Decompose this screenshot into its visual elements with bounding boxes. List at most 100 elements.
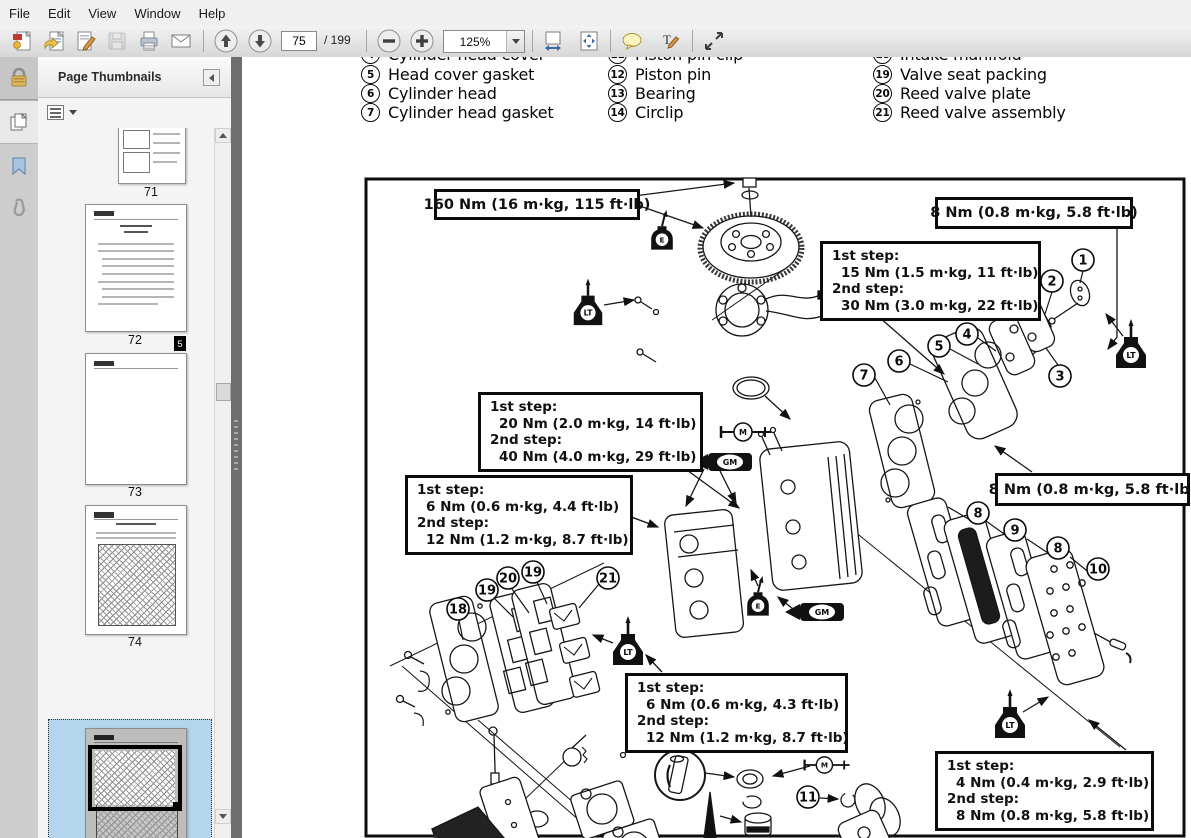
next-page-button[interactable] xyxy=(246,28,274,54)
sign-button[interactable] xyxy=(72,28,100,54)
bookmarks-panel-button[interactable] xyxy=(0,145,38,187)
chevron-down-icon xyxy=(69,110,77,115)
toolbar-separator xyxy=(610,30,611,52)
attachments-panel-button[interactable] xyxy=(0,187,38,229)
open-file-button[interactable] xyxy=(40,28,68,54)
panel-title: Page Thumbnails xyxy=(58,70,162,84)
svg-text:4: 4 xyxy=(962,328,971,343)
head-gasket-part xyxy=(867,392,936,509)
menu-help[interactable]: Help xyxy=(190,2,235,25)
view-rectangle-resize-handle[interactable] xyxy=(173,802,182,811)
zoom-level-control[interactable]: 125% xyxy=(443,30,525,53)
print-icon xyxy=(137,29,161,53)
panel-splitter[interactable] xyxy=(231,57,242,838)
flywheel-part xyxy=(700,178,802,282)
triangle-down-icon xyxy=(219,814,227,819)
torque-box-mid-right: 8 Nm (0.8 m·kg, 5.8 ft·lb) xyxy=(995,473,1190,506)
svg-text:1: 1 xyxy=(1078,254,1087,269)
chevron-down-icon xyxy=(512,39,520,44)
svg-text:E: E xyxy=(660,235,665,244)
save-button[interactable] xyxy=(103,28,131,54)
sign-pencil-icon xyxy=(74,29,98,53)
svg-text:LT: LT xyxy=(584,309,594,318)
fit-width-icon xyxy=(541,29,565,53)
panel-options-row xyxy=(38,97,231,128)
create-pdf-icon xyxy=(10,29,34,53)
comment-button[interactable] xyxy=(618,28,646,54)
loctite-symbol: LT xyxy=(995,689,1025,738)
torque-box-intake: 1st step:6 Nm (0.6 m·kg, 4.3 ft·lb) 2nd … xyxy=(625,673,848,753)
thumbnail-list: 71 5 72 73 xyxy=(38,128,215,838)
torque-box-flywheel: 160 Nm (16 m·kg, 115 ft·lb) xyxy=(434,189,640,220)
torque-box-head-bolts: 1st step:15 Nm (1.5 m·kg, 11 ft·lb) 2nd … xyxy=(820,241,1041,321)
document-page: 4Cylinder head cover 5Head cover gasket … xyxy=(242,57,1191,838)
scrolling-mode-button[interactable] xyxy=(539,28,567,54)
page-number-input[interactable] xyxy=(281,31,317,51)
menu-edit[interactable]: Edit xyxy=(39,2,79,25)
zoom-in-icon xyxy=(409,28,435,54)
scroll-down-button[interactable] xyxy=(215,809,231,824)
print-button[interactable] xyxy=(135,28,163,54)
svg-text:GM: GM xyxy=(815,608,830,617)
thumbnail-page-73[interactable] xyxy=(85,353,187,485)
splitter-grip xyxy=(234,420,238,470)
security-lock-button[interactable] xyxy=(0,57,38,100)
zoom-in-button[interactable] xyxy=(408,28,436,54)
svg-text:3: 3 xyxy=(1055,370,1064,385)
svg-text:LT: LT xyxy=(1005,721,1015,730)
thumbnail-page-71[interactable] xyxy=(118,128,186,184)
toolbar-separator xyxy=(366,30,367,52)
lock-icon xyxy=(8,67,30,89)
thumbnail-label: 72 xyxy=(85,333,185,347)
fullscreen-button[interactable] xyxy=(700,28,728,54)
fit-page-button[interactable] xyxy=(575,28,603,54)
page-total-label: / 199 xyxy=(324,33,351,47)
toolbar: / 199 125% T xyxy=(0,26,1191,58)
menu-view[interactable]: View xyxy=(79,2,125,25)
thumbnail-page-75[interactable] xyxy=(85,728,187,838)
collapse-panel-button[interactable] xyxy=(203,69,220,86)
text-annotation-button[interactable]: T xyxy=(655,28,683,54)
loctite-symbol: LT xyxy=(574,279,603,326)
scroll-up-button[interactable] xyxy=(215,128,231,143)
zoom-out-icon xyxy=(376,28,402,54)
thumbnail-label: 74 xyxy=(85,635,185,649)
previous-page-button[interactable] xyxy=(212,28,240,54)
oil-symbol: E xyxy=(747,576,769,616)
page-up-icon xyxy=(213,28,239,54)
thumbnail-page-72[interactable] xyxy=(85,204,187,332)
zoom-level-value: 125% xyxy=(444,35,506,49)
zoom-dropdown-button[interactable] xyxy=(506,31,524,52)
page-down-icon xyxy=(247,28,273,54)
gasket-maker-symbol: GM xyxy=(785,603,844,621)
page-thumbnails-panel-button[interactable] xyxy=(0,100,38,144)
zoom-out-button[interactable] xyxy=(375,28,403,54)
torque-value: 8 Nm (0.8 m·kg, 5.8 ft·lb) xyxy=(989,482,1191,498)
torque-box-crankcase-main: 1st step:20 Nm (2.0 m·kg, 14 ft·lb) 2nd … xyxy=(478,392,703,472)
svg-text:8: 8 xyxy=(1053,542,1062,557)
create-pdf-button[interactable] xyxy=(8,28,36,54)
scrollbar-thumb[interactable] xyxy=(216,383,231,401)
thumbnail-scrollbar[interactable] xyxy=(214,128,231,838)
svg-text:6: 6 xyxy=(894,355,903,370)
panel-header: Page Thumbnails xyxy=(38,57,231,98)
menu-window[interactable]: Window xyxy=(125,2,189,25)
email-button[interactable] xyxy=(167,28,195,54)
open-file-icon xyxy=(42,29,66,53)
thumbnail-options-icon[interactable] xyxy=(47,105,64,120)
email-icon xyxy=(169,29,193,53)
thumbnail-label: 71 xyxy=(101,185,201,199)
thumbnail-page-74[interactable] xyxy=(85,505,187,635)
svg-text:E: E xyxy=(756,601,761,610)
piston-parts xyxy=(655,750,906,838)
pages-icon xyxy=(8,111,30,133)
menu-file[interactable]: File xyxy=(0,2,39,25)
svg-text:LT: LT xyxy=(1126,351,1136,360)
menu-bar: File Edit View Window Help xyxy=(0,0,1191,26)
svg-text:10: 10 xyxy=(1089,563,1107,578)
svg-text:5: 5 xyxy=(934,340,943,355)
svg-text:20: 20 xyxy=(499,572,517,587)
svg-text:9: 9 xyxy=(1010,524,1019,539)
page-view-rectangle[interactable] xyxy=(88,745,182,811)
toolbar-separator xyxy=(692,30,693,52)
